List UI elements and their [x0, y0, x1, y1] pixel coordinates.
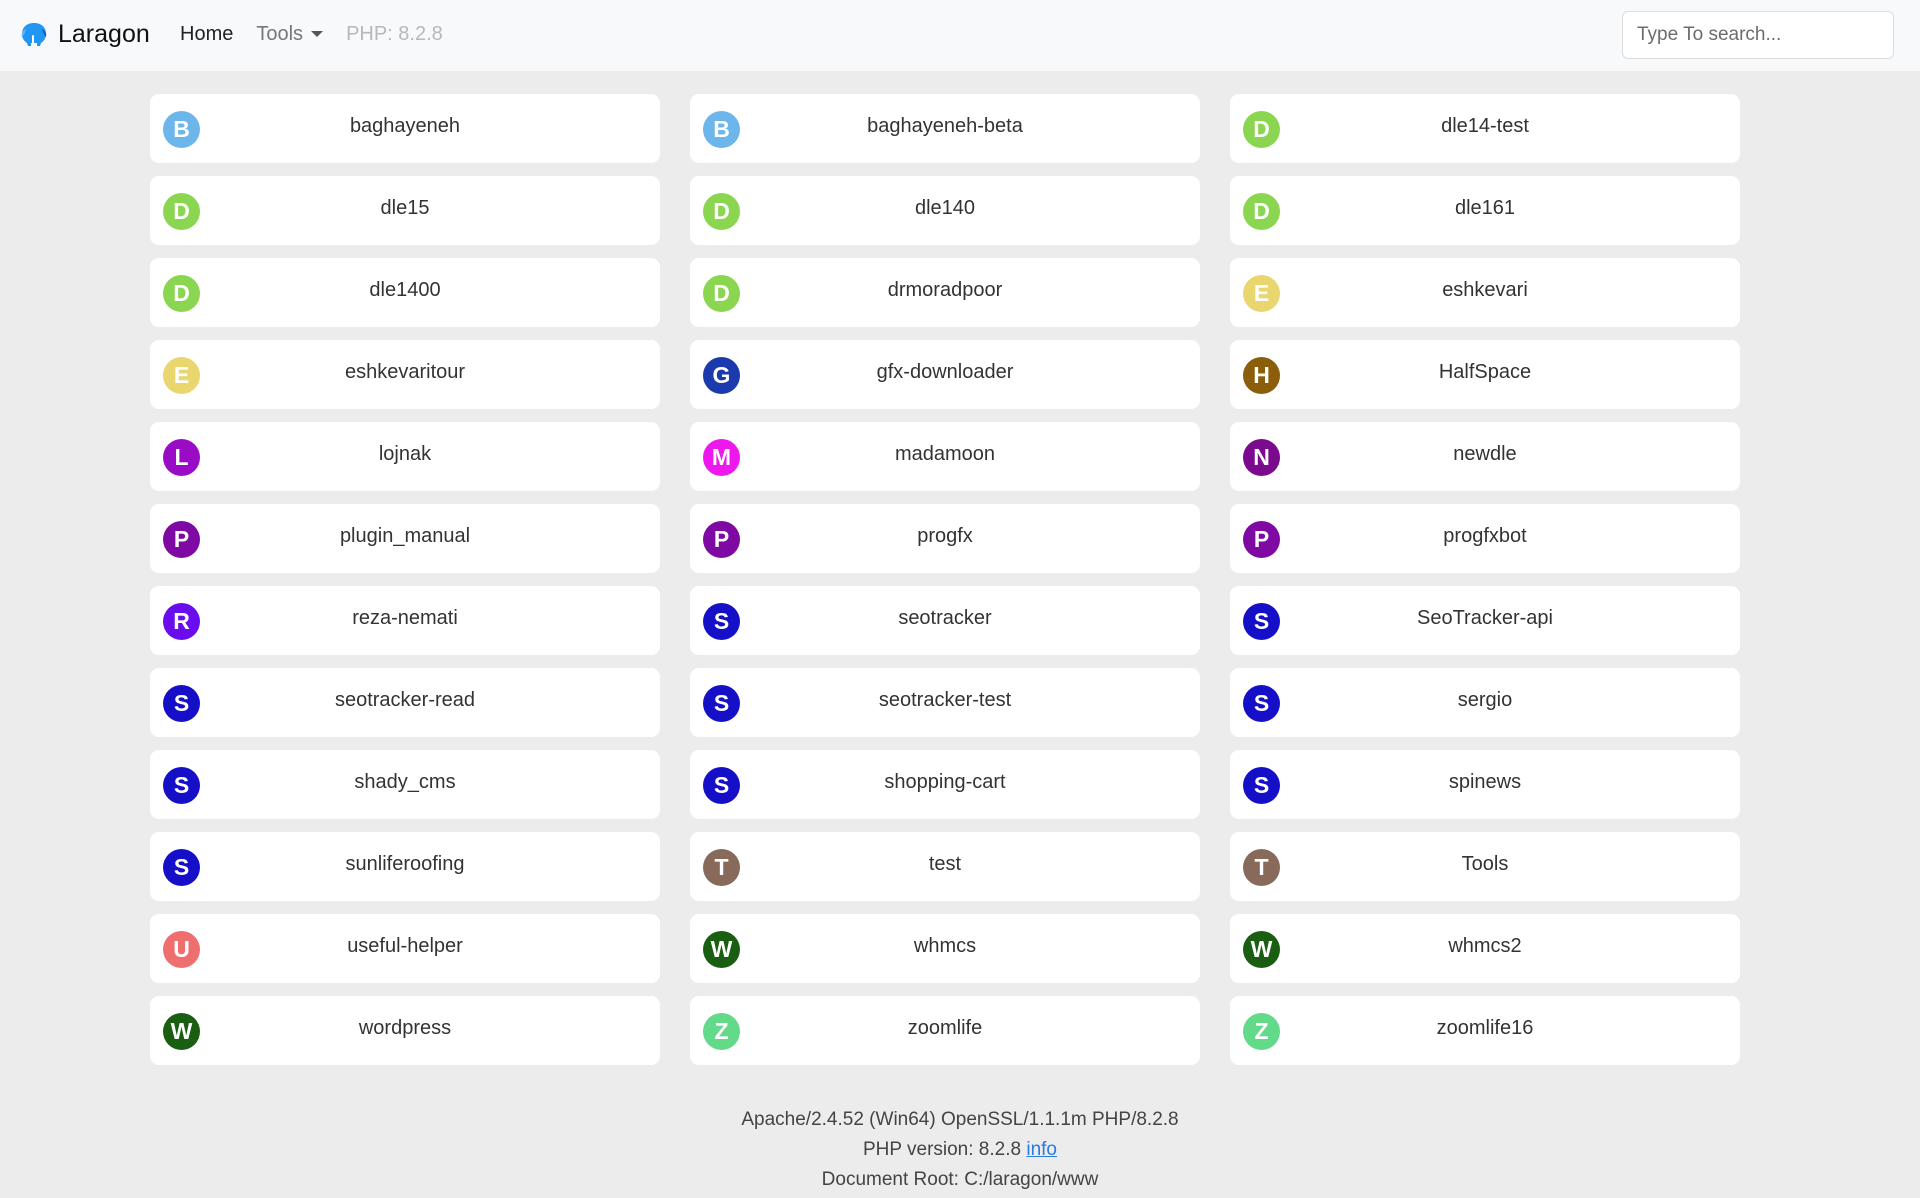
footer: Apache/2.4.52 (Win64) OpenSSL/1.1.1m PHP… [0, 1105, 1920, 1195]
project-card[interactable]: Eeshkevaritour [150, 340, 660, 409]
project-name: baghayeneh-beta [867, 115, 1023, 137]
php-info-link[interactable]: info [1026, 1139, 1057, 1160]
project-card[interactable]: Pplugin_manual [150, 504, 660, 573]
nav-links: Home Tools PHP: 8.2.8 [180, 22, 466, 46]
project-name: shady_cms [354, 771, 456, 793]
project-name: dle161 [1454, 197, 1516, 219]
project-name: madamoon [894, 443, 996, 465]
project-card[interactable]: Uuseful-helper [150, 914, 660, 983]
project-card[interactable]: Sspinews [1230, 750, 1740, 819]
brand-name: Laragon [58, 19, 150, 48]
document-root: Document Root: C:/laragon/www [821, 1169, 1099, 1190]
project-card[interactable]: Zzoomlife16 [1230, 996, 1740, 1065]
server-info: Apache/2.4.52 (Win64) OpenSSL/1.1.1m PHP… [741, 1109, 1179, 1130]
project-name: useful-helper [347, 935, 463, 957]
project-name: lojnak [378, 443, 432, 465]
nav-home-link[interactable]: Home [180, 23, 233, 46]
project-name: seotracker-read [334, 689, 476, 711]
project-name: whmcs2 [1448, 935, 1522, 957]
project-card[interactable]: Bbaghayeneh-beta [690, 94, 1200, 163]
navbar: Laragon Home Tools PHP: 8.2.8 [0, 0, 1920, 71]
project-card[interactable]: Pprogfxbot [1230, 504, 1740, 573]
project-name: reza-nemati [352, 607, 458, 629]
project-name: drmoradpoor [887, 279, 1003, 301]
project-card[interactable]: Ddle161 [1230, 176, 1740, 245]
project-card[interactable]: Ssergio [1230, 668, 1740, 737]
laragon-elephant-icon [20, 21, 48, 47]
project-card[interactable]: Bbaghayeneh [150, 94, 660, 163]
project-card[interactable]: Eeshkevari [1230, 258, 1740, 327]
nav-tools-label: Tools [256, 22, 304, 45]
project-card[interactable]: Ddle15 [150, 176, 660, 245]
project-card[interactable]: T Tools [1230, 832, 1740, 901]
project-name: shopping-cart [884, 771, 1006, 793]
project-card[interactable]: Sshopping-cart [690, 750, 1200, 819]
project-card[interactable]: Wwordpress [150, 996, 660, 1065]
project-name: wordpress [358, 1017, 452, 1039]
project-name: progfxbot [1443, 525, 1527, 547]
project-name: dle15 [380, 197, 430, 219]
nav-tools-dropdown[interactable]: Tools [256, 22, 324, 46]
project-name: Tools [1461, 853, 1509, 875]
project-name: HalfSpace [1438, 361, 1532, 383]
project-card[interactable]: Ttest [690, 832, 1200, 901]
project-card[interactable]: Rreza-nemati [150, 586, 660, 655]
project-name: eshkevari [1442, 279, 1528, 301]
project-name: seotracker [898, 607, 992, 629]
project-name: test [928, 853, 962, 875]
project-name: dle14-test [1441, 115, 1529, 137]
project-name: dle1400 [369, 279, 441, 301]
project-name: eshkevaritour [344, 361, 466, 383]
project-card[interactable]: Sseotracker-read [150, 668, 660, 737]
project-name: gfx-downloader [876, 361, 1014, 383]
project-card[interactable]: S SeoTracker-api [1230, 586, 1740, 655]
project-name: sergio [1457, 689, 1513, 711]
php-version-label: PHP version: 8.2.8 [863, 1139, 1022, 1160]
project-card[interactable]: Ggfx-downloader [690, 340, 1200, 409]
project-name: plugin_manual [339, 525, 471, 547]
project-card[interactable]: Mmadamoon [690, 422, 1200, 491]
project-name: seotracker-test [878, 689, 1012, 711]
project-card[interactable]: Sseotracker [690, 586, 1200, 655]
project-name: zoomlife [907, 1017, 983, 1039]
project-name: SeoTracker-api [1417, 607, 1553, 629]
caret-down-icon [311, 31, 324, 37]
project-name: newdle [1453, 443, 1517, 465]
projects-grid: Bbaghayeneh Bbaghayeneh-beta Ddle14-test Dd… [150, 94, 1740, 1065]
project-card[interactable]: H HalfSpace [1230, 340, 1740, 409]
brand-link[interactable]: Laragon [20, 16, 150, 52]
project-card[interactable]: Ddle140 [690, 176, 1200, 245]
project-card[interactable]: Ddrmoradpoor [690, 258, 1200, 327]
project-card[interactable]: Nnewdle [1230, 422, 1740, 491]
project-card[interactable]: Ssunliferoofing [150, 832, 660, 901]
project-card[interactable]: Pprogfx [690, 504, 1200, 573]
project-name: zoomlife16 [1436, 1017, 1534, 1039]
project-card[interactable]: Zzoomlife [690, 996, 1200, 1065]
project-name: progfx [917, 525, 973, 547]
project-name: spinews [1448, 771, 1522, 793]
project-name: baghayeneh [349, 115, 461, 137]
project-card[interactable]: Ddle14-test [1230, 94, 1740, 163]
project-name: whmcs [913, 935, 977, 957]
project-card[interactable]: Wwhmcs2 [1230, 914, 1740, 983]
project-card[interactable]: Sseotracker-test [690, 668, 1200, 737]
project-card[interactable]: Wwhmcs [690, 914, 1200, 983]
project-card[interactable]: Ddle1400 [150, 258, 660, 327]
project-name: dle140 [914, 197, 976, 219]
nav-php-version: PHP: 8.2.8 [346, 22, 443, 45]
project-card[interactable]: Sshady_cms [150, 750, 660, 819]
search-input[interactable] [1622, 11, 1894, 59]
project-name: sunliferoofing [345, 853, 465, 875]
project-card[interactable]: Llojnak [150, 422, 660, 491]
php-version-line: PHP version: 8.2.8 info [0, 1135, 1920, 1165]
